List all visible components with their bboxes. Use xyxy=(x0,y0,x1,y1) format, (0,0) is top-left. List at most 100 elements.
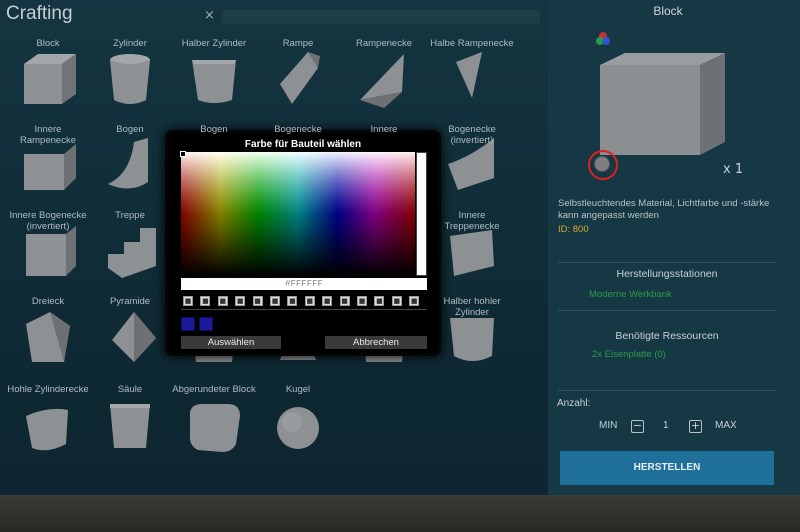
craft-item[interactable]: Zylinder xyxy=(88,38,172,128)
color-slot[interactable]: ■ xyxy=(357,296,367,306)
shape-icon xyxy=(456,52,482,98)
craft-item-label: Bogenecke (invertiert) xyxy=(448,124,496,146)
stations-heading: Herstellungsstationen xyxy=(616,268,718,280)
color-slot[interactable]: ■ xyxy=(200,296,211,306)
shape-icon xyxy=(277,407,319,449)
shape-icon xyxy=(280,52,320,104)
color-swatch[interactable] xyxy=(594,156,610,172)
resource-entry: 2x Eisenplatte (0) xyxy=(592,349,666,360)
craft-item[interactable]: Rampe xyxy=(256,38,340,128)
amount-value[interactable]: 1 xyxy=(663,420,669,431)
increase-button[interactable]: + xyxy=(689,420,702,433)
craft-item[interactable]: Hohle Zylinderecke xyxy=(6,384,90,474)
craft-item[interactable]: Block xyxy=(6,38,90,128)
craft-item-label: Halber hohler Zylinder xyxy=(443,296,501,318)
color-spectrum[interactable] xyxy=(181,152,415,276)
craft-item-label: Bogenecke xyxy=(274,124,322,135)
preview-quantity: x 1 xyxy=(723,162,744,177)
resources-heading: Benötigte Ressourcen xyxy=(615,330,719,342)
cancel-button[interactable]: Abbrechen xyxy=(325,336,427,349)
hex-input[interactable]: #FFFFFF xyxy=(181,278,427,290)
shape-icon xyxy=(110,404,150,448)
craft-item[interactable]: Abgerundeter Block xyxy=(172,384,256,474)
select-button[interactable]: Auswählen xyxy=(181,336,281,349)
search-input[interactable] xyxy=(222,10,540,24)
shape-icon xyxy=(360,54,404,108)
min-button[interactable]: MIN xyxy=(599,420,617,431)
color-slot[interactable]: ■ xyxy=(183,296,193,306)
color-slot[interactable]: ■ xyxy=(270,296,280,306)
divider xyxy=(558,310,776,311)
craft-item-label: Hohle Zylinderecke xyxy=(7,384,89,395)
recent-color-swatch[interactable] xyxy=(181,317,195,331)
color-slot[interactable]: ■ xyxy=(304,296,315,306)
detail-title: Block xyxy=(653,4,683,18)
craft-item-label: Innere Bogenecke (invertiert) xyxy=(9,210,87,232)
background-floor xyxy=(0,495,800,532)
craft-item[interactable]: Pyramide xyxy=(88,296,172,386)
shape-icon xyxy=(112,312,156,362)
craft-item-label: Rampenecke xyxy=(356,38,412,49)
recent-color-swatch[interactable] xyxy=(199,317,213,331)
craft-item[interactable]: Innere Bogenecke (invertiert) xyxy=(6,210,90,300)
color-slot[interactable]: ■ xyxy=(409,296,420,306)
shape-icon xyxy=(26,408,68,451)
craft-button[interactable]: HERSTELLEN xyxy=(560,451,774,485)
craft-item[interactable]: Bogenecke (invertiert) xyxy=(430,124,514,214)
craft-item-label: Halber Zylinder xyxy=(181,38,247,49)
craft-item[interactable]: Innere Treppenecke xyxy=(430,210,514,300)
item-id: ID: 800 xyxy=(558,224,589,235)
color-slot[interactable]: ■ xyxy=(235,296,246,306)
craft-item-label: Innere xyxy=(370,124,398,135)
divider xyxy=(558,262,776,263)
color-slot[interactable]: ■ xyxy=(339,296,350,306)
shape-icon xyxy=(110,54,150,104)
craft-item-label: Treppe xyxy=(115,210,145,221)
color-slot[interactable]: ■ xyxy=(287,296,298,306)
block-preview xyxy=(600,53,725,155)
craft-item-label: Innere Treppenecke xyxy=(444,210,500,232)
color-picker-icon[interactable] xyxy=(594,30,612,48)
craft-item[interactable]: Kugel xyxy=(256,384,340,474)
color-slot[interactable]: ■ xyxy=(374,296,385,306)
color-slot[interactable]: ■ xyxy=(252,296,263,306)
craft-item-label: Abgerundeter Block xyxy=(172,384,256,395)
amount-label: Anzahl: xyxy=(557,398,591,409)
shape-icon xyxy=(190,404,240,452)
craft-item-label: Halbe Rampenecke xyxy=(430,38,514,49)
shape-icon xyxy=(24,54,76,104)
craft-item[interactable]: Halber Zylinder xyxy=(172,38,256,128)
brightness-slider[interactable] xyxy=(416,152,427,276)
craft-item-label: Block xyxy=(36,38,60,49)
color-slots: ■ ■ ■ ■ ■ ■ ■ ■ ■ ■ ■ ■ ■ ■ xyxy=(181,296,427,308)
craft-item[interactable]: Halbe Rampenecke xyxy=(430,38,514,128)
craft-item[interactable]: Innere Rampenecke xyxy=(6,124,90,214)
craft-item-label: Zylinder xyxy=(113,38,147,49)
craft-item[interactable]: Halber hohler Zylinder xyxy=(430,296,514,386)
craft-item-label: Rampe xyxy=(282,38,314,49)
craft-item-label: Kugel xyxy=(285,384,311,395)
craft-item-label: Pyramide xyxy=(109,296,151,307)
color-slot[interactable]: ■ xyxy=(217,296,228,306)
craft-item[interactable]: Bogen xyxy=(88,124,172,214)
decrease-button[interactable]: − xyxy=(631,420,644,433)
craft-item-label: Bogen xyxy=(200,124,228,135)
max-button[interactable]: MAX xyxy=(715,420,737,431)
craft-item[interactable]: Säule xyxy=(88,384,172,474)
craft-item[interactable]: Rampenecke xyxy=(342,38,426,128)
craft-item[interactable]: Treppe xyxy=(88,210,172,300)
item-description: Selbstleuchtendes Material, Lichtfarbe u… xyxy=(558,198,770,221)
craft-item[interactable]: Dreieck xyxy=(6,296,90,386)
color-picker-dialog: Farbe für Bauteil wählen #FFFFFF ■ ■ ■ ■ ■ ■ ■… xyxy=(168,133,438,353)
color-slot[interactable]: ■ xyxy=(322,296,333,306)
clear-search-icon[interactable]: × xyxy=(204,8,215,23)
craft-item-label: Bogen xyxy=(116,124,144,135)
page-title: Crafting xyxy=(6,3,73,24)
craft-item-label: Dreieck xyxy=(31,296,65,307)
color-selection-marker[interactable] xyxy=(180,151,186,157)
color-slot[interactable]: ■ xyxy=(391,296,402,306)
shape-icon xyxy=(108,138,148,189)
divider xyxy=(558,390,776,391)
divider xyxy=(181,309,427,310)
craft-item-label: Säule xyxy=(117,384,143,395)
